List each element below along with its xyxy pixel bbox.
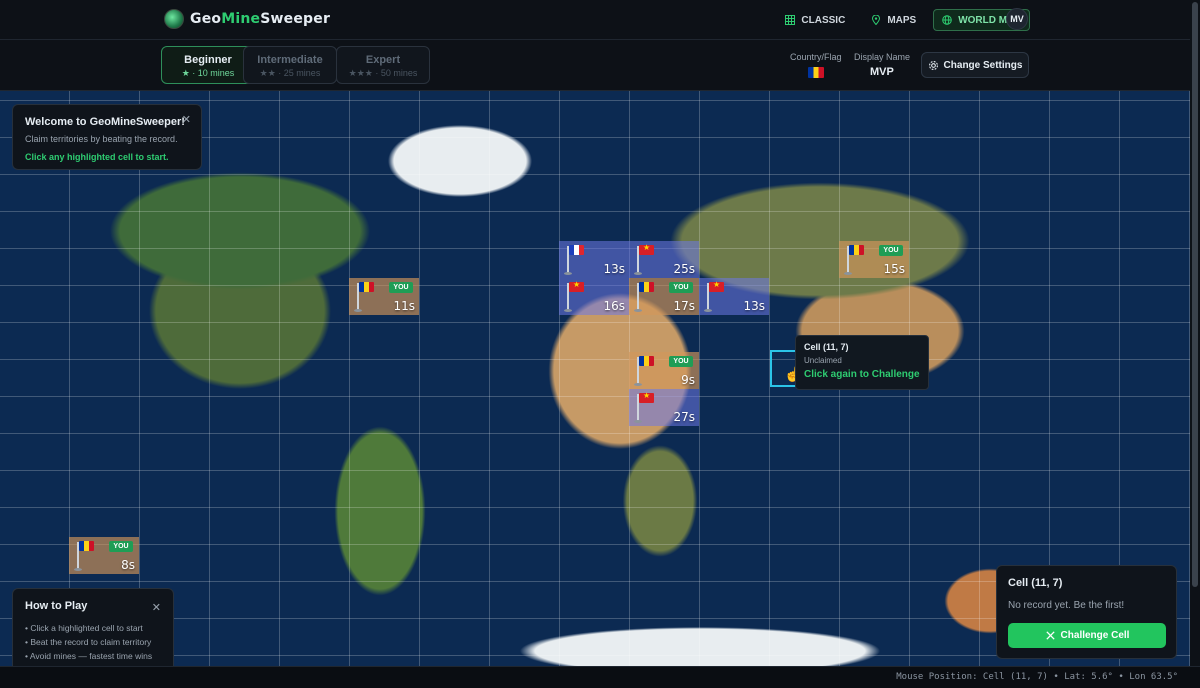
logo-icon (164, 9, 184, 29)
how-to-steps: • Click a highlighted cell to start • Be… (25, 621, 161, 663)
difficulty-expert[interactable]: Expert ★★★ · 50 mines (336, 46, 430, 84)
tooltip-title: Cell (11, 7) (804, 342, 849, 352)
welcome-title: Welcome to GeoMineSweeper! (25, 116, 185, 128)
you-badge: YOU (669, 356, 693, 367)
nav-classic[interactable]: CLASSIC (776, 9, 854, 31)
claimed-cell-you[interactable]: YOU 15s (839, 241, 909, 278)
nav-maps-label: MAPS (887, 14, 917, 26)
cell-time: 15s (883, 262, 905, 276)
star-icon: ★ (181, 68, 190, 78)
difficulty-name: Intermediate (257, 54, 323, 66)
vietnam-flag-icon (639, 391, 654, 403)
top-bar: GeoMineSweeper CLASSIC MAPS WORLD MAP MV (0, 0, 1200, 40)
logo[interactable]: GeoMineSweeper (164, 9, 330, 29)
cell-tooltip: Cell (11, 7) Unclaimed Click again to Ch… (795, 335, 929, 390)
cell-panel: Cell (11, 7) No record yet. Be the first… (996, 565, 1177, 659)
country-label: Country/Flag (790, 52, 842, 62)
star-icon: ★★ (259, 68, 276, 78)
cell-time: 13s (603, 262, 625, 276)
claimed-cell[interactable]: 16s (559, 278, 629, 315)
vietnam-flag-icon (639, 243, 654, 255)
romania-flag-icon (639, 356, 654, 366)
claimed-cell-you[interactable]: YOU 9s (629, 352, 699, 389)
vietnam-flag-icon (569, 280, 584, 292)
you-badge: YOU (669, 282, 693, 293)
tooltip-status: Unclaimed (804, 356, 842, 365)
cell-time: 16s (603, 299, 625, 313)
claimed-cell-you[interactable]: YOU 8s (69, 537, 139, 574)
cell-time: 27s (673, 410, 695, 424)
tooltip-cta: Click again to Challenge (804, 369, 920, 380)
cell-time: 11s (393, 299, 415, 313)
how-to-play-panel: How to Play • Click a highlighted cell t… (12, 588, 174, 673)
romania-flag-icon (359, 282, 374, 292)
scrollbar-thumb[interactable] (1192, 2, 1198, 587)
nav-maps[interactable]: MAPS (862, 9, 925, 31)
challenge-cell-button[interactable]: Challenge Cell (1008, 623, 1166, 648)
welcome-panel: Welcome to GeoMineSweeper! Claim territo… (12, 104, 202, 170)
you-badge: YOU (879, 245, 903, 256)
brand-name: GeoMineSweeper (190, 11, 331, 27)
cell-time: 9s (681, 373, 695, 387)
globe-icon (942, 15, 953, 25)
star-icon: ★★★ (348, 68, 373, 78)
how-to-title: How to Play (25, 600, 88, 612)
display-name-label: Display Name (854, 52, 911, 62)
cell-time: 13s (743, 299, 765, 313)
avatar[interactable]: MV (1006, 8, 1028, 30)
romania-flag-icon (639, 282, 654, 292)
cell-panel-title: Cell (11, 7) (1008, 577, 1063, 589)
difficulty-detail: ★ · 10 mines (181, 68, 235, 78)
cell-time: 25s (673, 262, 695, 276)
claimed-cell-you[interactable]: YOU 11s (349, 278, 419, 315)
welcome-cta: Click any highlighted cell to start. (25, 152, 169, 162)
display-name-value: MVP (870, 66, 894, 78)
claimed-cell[interactable]: 27s (629, 389, 699, 426)
challenge-cell-label: Challenge Cell (1060, 630, 1130, 641)
romania-flag-icon (849, 245, 864, 255)
romania-flag-icon (79, 541, 94, 551)
difficulty-name: Beginner (184, 54, 232, 66)
grid-icon (785, 15, 796, 25)
france-flag-icon (569, 245, 584, 255)
nav-classic-label: CLASSIC (801, 14, 846, 26)
claimed-cell-you[interactable]: YOU 17s (629, 278, 699, 315)
list-item: • Avoid mines — fastest time wins (25, 651, 153, 661)
close-icon[interactable]: ✕ (182, 113, 191, 126)
you-badge: YOU (389, 282, 413, 293)
difficulty-detail: ★★ · 25 mines (259, 68, 321, 78)
change-settings-button[interactable]: Change Settings (921, 52, 1029, 78)
difficulty-detail: ★★★ · 50 mines (348, 68, 418, 78)
claimed-cell[interactable]: 13s (559, 241, 629, 278)
difficulty-intermediate[interactable]: Intermediate ★★ · 25 mines (243, 46, 337, 84)
gear-icon (928, 60, 938, 70)
cell-time: 8s (121, 558, 135, 572)
change-settings-label: Change Settings (943, 59, 1023, 71)
cell-time: 17s (673, 299, 695, 313)
swords-icon (1045, 631, 1055, 640)
vietnam-flag-icon (709, 280, 724, 292)
cell-panel-message: No record yet. Be the first! (1008, 600, 1125, 611)
status-bar: Mouse Position: Cell (11, 7) • Lat: 5.6°… (0, 666, 1200, 688)
close-icon[interactable]: ✕ (152, 601, 161, 614)
list-item: • Beat the record to claim territory (25, 637, 152, 647)
list-item: • Click a highlighted cell to start (25, 623, 143, 633)
welcome-body: Claim territories by beating the record. (25, 134, 178, 144)
difficulty-name: Expert (365, 54, 401, 66)
mouse-position-readout: Mouse Position: Cell (11, 7) • Lat: 5.6°… (896, 672, 1178, 682)
difficulty-beginner[interactable]: Beginner ★ · 10 mines (161, 46, 255, 84)
claimed-cell[interactable]: 25s (629, 241, 699, 278)
you-badge: YOU (109, 541, 133, 552)
main-nav: CLASSIC MAPS WORLD MAP (776, 9, 1030, 31)
claimed-cell[interactable]: 13s (699, 278, 769, 315)
romania-flag-icon[interactable] (808, 67, 824, 78)
pin-icon (872, 15, 881, 25)
